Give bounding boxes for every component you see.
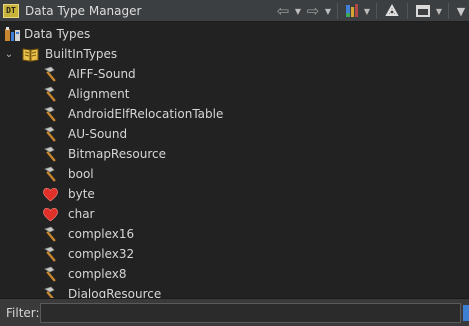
tree-item-label: complex8 xyxy=(68,267,127,281)
hammer-icon xyxy=(42,106,59,123)
tree-item-label: DialogResource xyxy=(68,287,162,298)
filter-input[interactable] xyxy=(40,303,461,323)
hammer-icon xyxy=(42,246,59,263)
toolbar-separator xyxy=(448,3,449,19)
tree-item-label: complex32 xyxy=(68,247,135,261)
toolbar-separator xyxy=(407,3,408,19)
forward-arrow-icon[interactable]: ⇨ xyxy=(303,0,323,22)
tree-item[interactable]: char xyxy=(42,204,95,224)
hammer-icon xyxy=(42,126,59,143)
tree-item[interactable]: AIFF-Sound xyxy=(42,64,136,84)
data-type-manager-icon: DT xyxy=(3,3,19,18)
tree-item[interactable]: bool xyxy=(42,164,94,184)
tree-item[interactable]: complex16 xyxy=(42,224,134,244)
back-history-caret-icon[interactable]: ▼ xyxy=(293,0,303,22)
tree-item-label: bool xyxy=(68,167,94,181)
view-menu-icon[interactable]: ▼ xyxy=(453,0,469,22)
tree-item-label: BitmapResource xyxy=(68,147,166,161)
refresh-icon[interactable] xyxy=(381,0,403,22)
tree-item-label: Alignment xyxy=(68,87,130,101)
archive-icon[interactable] xyxy=(342,0,362,22)
tree-item[interactable]: complex8 xyxy=(42,264,127,284)
tree-item[interactable]: AU-Sound xyxy=(42,124,127,144)
heart-icon xyxy=(42,186,59,203)
book-icon xyxy=(22,46,39,63)
data-type-manager-window: DT Data Type Manager ⇦ ▼ ⇨ ▼ ▼ ▼ ▼ Data … xyxy=(0,0,469,326)
title-bar: DT Data Type Manager ⇦ ▼ ⇨ ▼ ▼ ▼ ▼ xyxy=(0,0,469,22)
tree-item-label: byte xyxy=(68,187,95,201)
heart-icon xyxy=(42,206,59,223)
layout-menu-caret-icon[interactable]: ▼ xyxy=(434,0,444,22)
tree-item-label: AIFF-Sound xyxy=(68,67,136,81)
tree-item[interactable]: Alignment xyxy=(42,84,129,104)
back-arrow-icon[interactable]: ⇦ xyxy=(273,0,293,22)
filter-options-icon[interactable] xyxy=(463,305,469,321)
hammer-icon xyxy=(42,266,59,283)
toolbar-separator xyxy=(337,3,338,19)
tree-item-label: AU-Sound xyxy=(68,127,128,141)
data-types-icon xyxy=(4,26,21,43)
filter-bar: Filter: xyxy=(0,298,469,326)
hammer-icon xyxy=(42,286,59,298)
tree-item-label: char xyxy=(68,207,95,221)
tree-node-builtintypes[interactable]: ⌄ BuiltInTypes xyxy=(4,44,117,64)
toolbar-separator xyxy=(376,3,377,19)
tree-item[interactable]: BitmapResource xyxy=(42,144,166,164)
archive-menu-caret-icon[interactable]: ▼ xyxy=(362,0,372,22)
window-layout-icon[interactable] xyxy=(412,0,434,22)
hammer-icon xyxy=(42,226,59,243)
window-title: Data Type Manager xyxy=(25,3,142,18)
tree-root-label: Data Types xyxy=(24,27,91,41)
hammer-icon xyxy=(42,86,59,103)
tree-item[interactable]: DialogResource xyxy=(42,284,161,298)
hammer-icon xyxy=(42,66,59,83)
tree-item[interactable]: byte xyxy=(42,184,95,204)
toolbar: ⇦ ▼ ⇨ ▼ ▼ ▼ ▼ xyxy=(273,0,469,22)
tree-item[interactable]: AndroidElfRelocationTable xyxy=(42,104,223,124)
hammer-icon xyxy=(42,166,59,183)
archive-label: BuiltInTypes xyxy=(45,47,118,61)
data-type-tree: Data Types ⌄ BuiltInTypes AIFF-Sound Alig… xyxy=(0,22,469,298)
tree-root-data-types[interactable]: Data Types xyxy=(4,24,90,44)
chevron-down-icon[interactable]: ⌄ xyxy=(4,49,14,60)
filter-label: Filter: xyxy=(6,305,40,320)
hammer-icon xyxy=(42,146,59,163)
forward-history-caret-icon[interactable]: ▼ xyxy=(323,0,333,22)
tree-item[interactable]: complex32 xyxy=(42,244,134,264)
tree-item-label: complex16 xyxy=(68,227,135,241)
tree-item-label: AndroidElfRelocationTable xyxy=(68,107,224,121)
